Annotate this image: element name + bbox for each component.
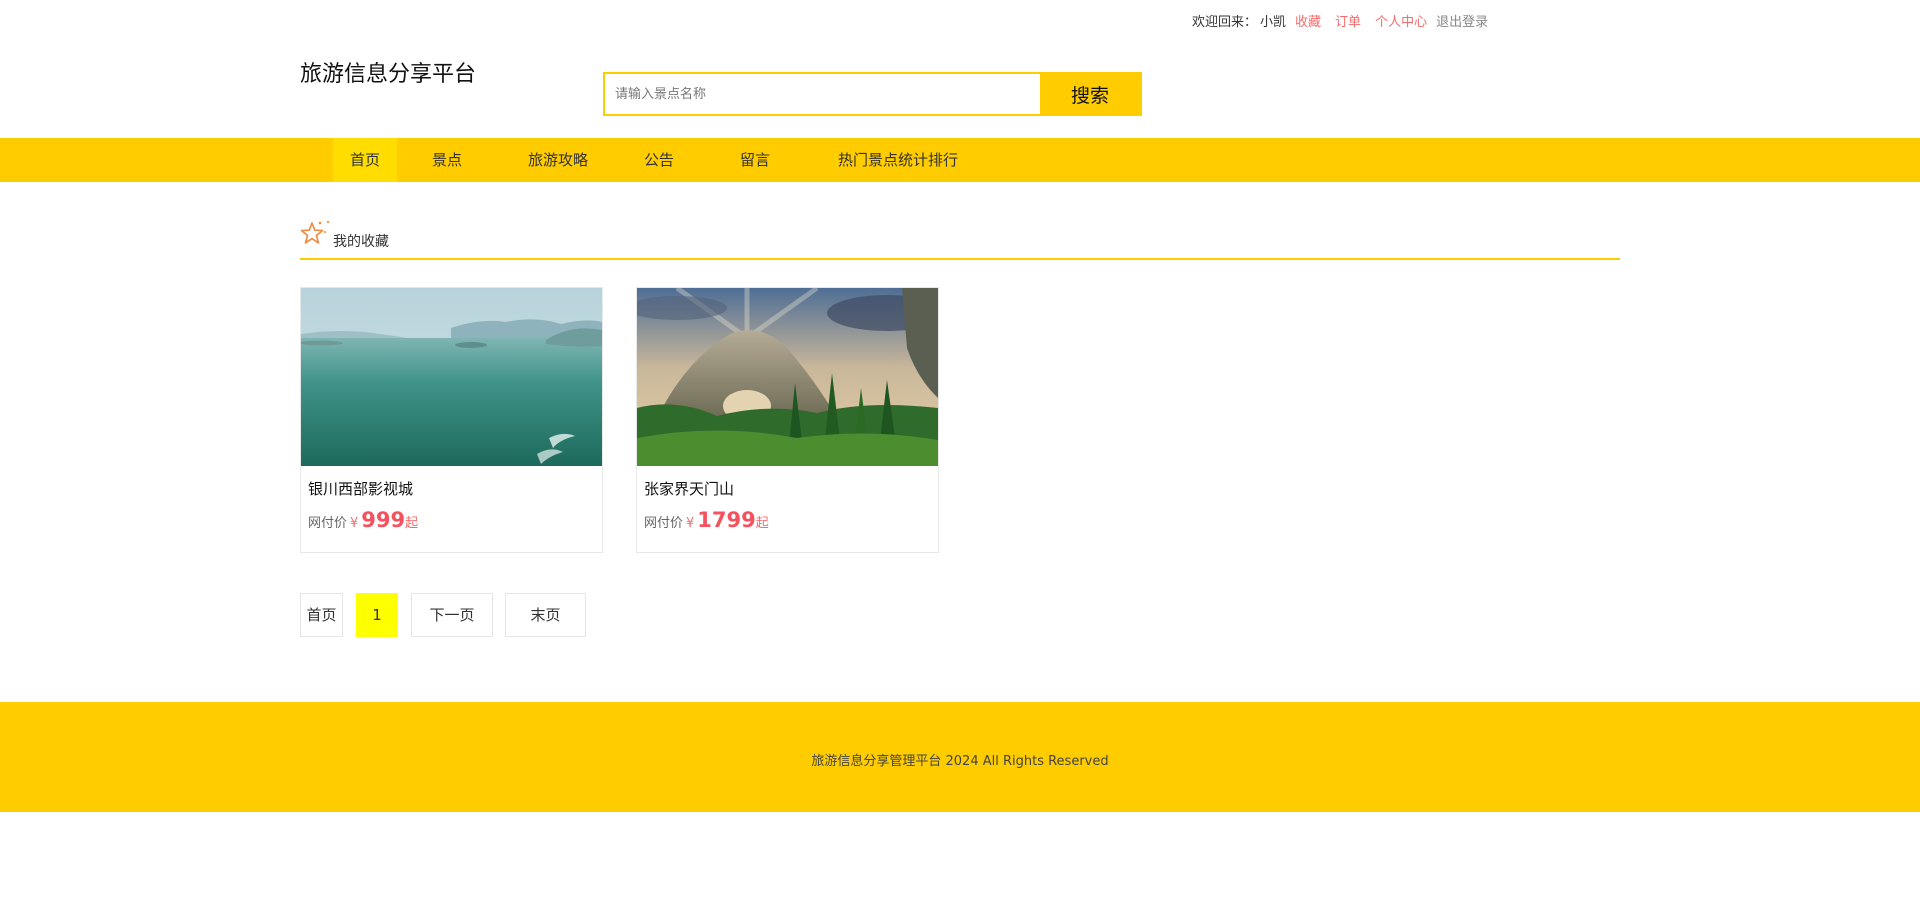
- profile-link[interactable]: 个人中心: [1375, 11, 1427, 30]
- site-title: 旅游信息分享平台: [300, 62, 477, 87]
- section-title: 我的收藏: [333, 234, 389, 250]
- orders-link[interactable]: 订单: [1335, 11, 1361, 30]
- nav-item-attractions[interactable]: 景点: [431, 138, 463, 182]
- price-label: 网付价: [644, 516, 684, 531]
- search-bar: 搜索: [603, 72, 1142, 116]
- favorite-card[interactable]: 银川西部影视城 网付价 ¥999起: [300, 287, 603, 553]
- nav-item-messages[interactable]: 留言: [739, 138, 771, 182]
- welcome-text: 欢迎回来：: [1192, 14, 1258, 30]
- price-value: 999: [361, 508, 406, 532]
- search-button[interactable]: 搜索: [1040, 74, 1140, 114]
- user-topbar: 欢迎回来： 小凯 收藏 订单 个人中心 退出登录: [1192, 10, 1488, 30]
- logout-link[interactable]: 退出登录: [1436, 11, 1488, 30]
- nav-item-rankings[interactable]: 热门景点统计排行: [835, 138, 961, 182]
- main-nav: 首页 景点 旅游攻略 公告 留言 热门景点统计排行: [0, 138, 1920, 182]
- first-page-button[interactable]: 首页: [300, 593, 343, 637]
- price-value: 1799: [697, 508, 756, 532]
- currency-symbol: ¥: [350, 516, 359, 531]
- nav-item-notices[interactable]: 公告: [643, 138, 675, 182]
- footer-text: 旅游信息分享管理平台 2024 All Rights Reserved: [811, 754, 1109, 769]
- next-page-button[interactable]: 下一页: [411, 593, 493, 637]
- star-icon: [300, 220, 330, 244]
- nav-item-guides[interactable]: 旅游攻略: [527, 138, 589, 182]
- favorite-card[interactable]: 张家界天门山 网付价 ¥1799起: [636, 287, 939, 553]
- current-page-button[interactable]: 1: [356, 593, 398, 637]
- price-suffix: 起: [755, 516, 769, 531]
- price-row: 网付价 ¥1799起: [644, 508, 769, 532]
- card-title: 银川西部影视城: [308, 480, 414, 498]
- price-suffix: 起: [405, 516, 419, 531]
- favorites-link[interactable]: 收藏: [1295, 11, 1321, 30]
- price-label: 网付价: [308, 516, 348, 531]
- favorites-section-header: 我的收藏: [300, 220, 1620, 260]
- lake-landscape-image: [301, 288, 602, 466]
- currency-symbol: ¥: [686, 516, 695, 531]
- mountain-arch-image: [637, 288, 938, 466]
- search-input[interactable]: [605, 74, 1040, 114]
- card-title: 张家界天门山: [644, 480, 735, 498]
- username: 小凯: [1260, 14, 1287, 30]
- footer: 旅游信息分享管理平台 2024 All Rights Reserved: [0, 702, 1920, 812]
- price-row: 网付价 ¥999起: [308, 508, 418, 532]
- nav-item-home[interactable]: 首页: [333, 138, 397, 182]
- last-page-button[interactable]: 末页: [505, 593, 586, 637]
